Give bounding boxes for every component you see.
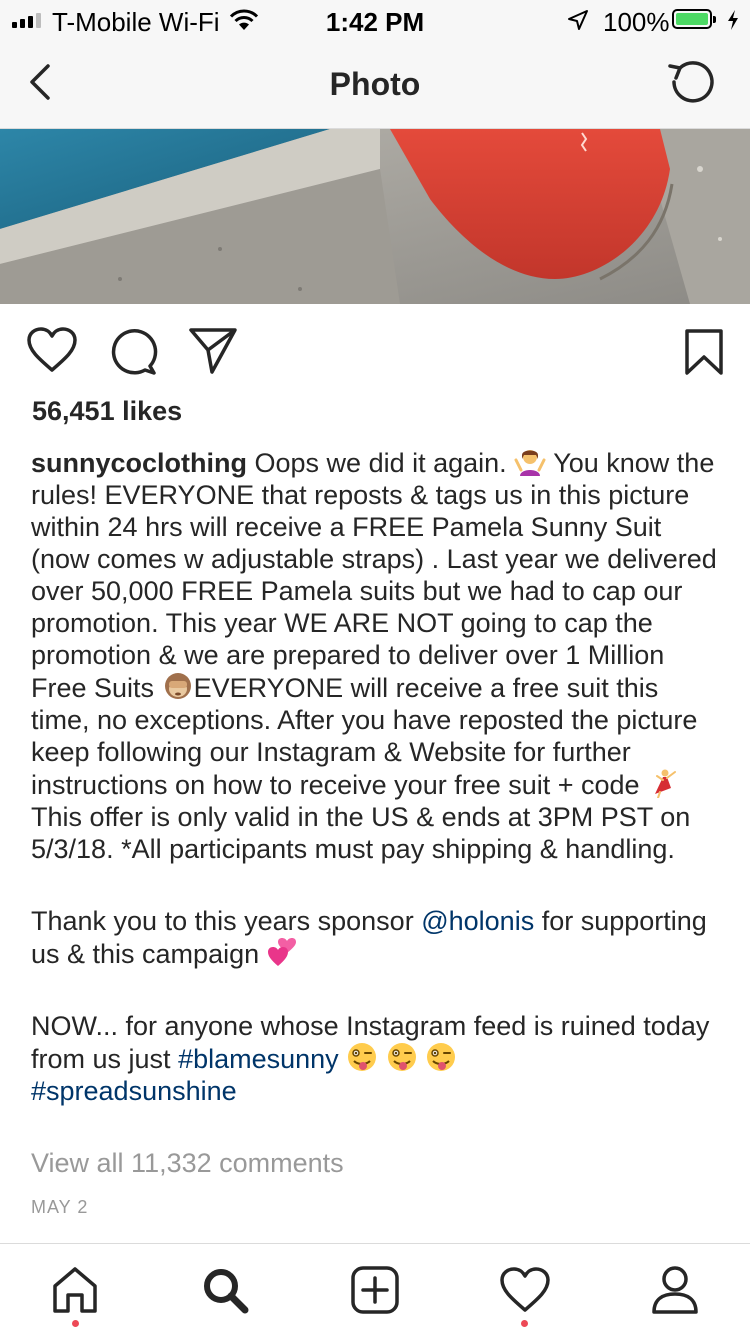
share-paper-plane-icon[interactable] — [188, 326, 238, 374]
page-title: Photo — [329, 66, 421, 102]
like-count[interactable]: 56,451 likes — [32, 396, 182, 427]
winking-face-tongue-emoji-icon — [427, 1043, 456, 1071]
save-bookmark-icon[interactable] — [684, 328, 724, 376]
battery-percent: 100% — [603, 7, 670, 37]
post-username[interactable]: sunnycoclothing — [31, 448, 247, 478]
caption-paragraph-sponsor: Thank you to this years sponsor @holonis… — [31, 905, 721, 970]
comment-bubble-icon[interactable] — [108, 326, 158, 376]
sponsor-mention-link[interactable]: @holonis — [421, 906, 534, 936]
activity-notification-dot — [521, 1320, 528, 1327]
dancer-emoji-icon — [655, 769, 677, 798]
two-hearts-emoji-icon — [267, 938, 296, 966]
refresh-icon[interactable] — [664, 58, 720, 110]
see-no-evil-monkey-emoji-icon — [164, 673, 191, 699]
location-arrow-icon — [568, 10, 588, 30]
search-icon[interactable] — [199, 1264, 251, 1316]
hashtag-blamesunny-link[interactable]: #blamesunny — [178, 1044, 339, 1074]
view-all-comments-link[interactable]: View all 11,332 comments — [31, 1148, 344, 1179]
status-bar: T-Mobile Wi-Fi 1:42 PM 100% — [0, 0, 750, 40]
home-notification-dot — [72, 1320, 79, 1327]
home-icon[interactable] — [49, 1264, 101, 1316]
new-post-icon[interactable] — [349, 1264, 401, 1316]
person-shrugging-emoji-icon — [514, 450, 546, 476]
caption-paragraph-main: sunnycoclothing Oops we did it again. Yo… — [31, 446, 721, 865]
winking-face-tongue-emoji-icon — [348, 1043, 377, 1071]
hashtag-spreadsunshine-link[interactable]: #spreadsunshine — [31, 1076, 237, 1106]
nav-header: Photo — [0, 40, 750, 129]
charging-bolt-icon — [728, 10, 738, 30]
post-date: MAY 2 — [31, 1197, 89, 1217]
winking-face-tongue-emoji-icon — [387, 1043, 416, 1071]
activity-heart-icon[interactable] — [499, 1264, 551, 1316]
profile-icon[interactable] — [649, 1264, 701, 1316]
post-actions — [0, 304, 750, 400]
caption-paragraph-closing: NOW... for anyone whose Instagram feed i… — [31, 1010, 721, 1107]
bottom-tab-bar — [0, 1243, 750, 1335]
caption-text-4: This offer is only valid in the US & end… — [31, 802, 691, 864]
post-photo[interactable] — [0, 129, 750, 304]
battery-icon — [672, 9, 716, 29]
like-heart-icon[interactable] — [26, 326, 78, 374]
post-caption: sunnycoclothing Oops we did it again. Yo… — [31, 446, 721, 1107]
caption-text-2: You know the rules! EVERYONE that repost… — [31, 448, 717, 703]
caption-text-1: Oops we did it again. — [254, 448, 507, 478]
sponsor-text-prefix: Thank you to this years sponsor — [31, 906, 414, 936]
